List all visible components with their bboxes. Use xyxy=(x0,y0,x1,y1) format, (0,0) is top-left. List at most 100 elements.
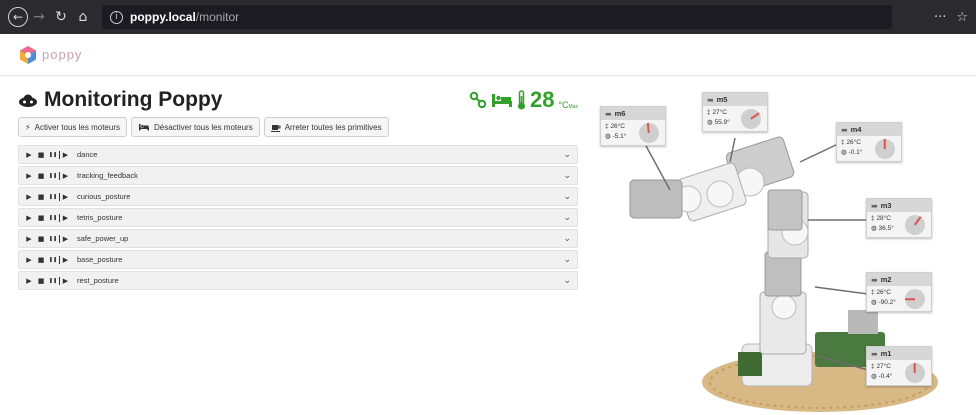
logo-text[interactable]: poppy xyxy=(42,47,82,62)
primitive-name: dance xyxy=(77,150,98,159)
bookmark-star-icon[interactable]: ☆ xyxy=(956,10,968,25)
thermometer-icon xyxy=(517,90,525,110)
motor-card-m2[interactable]: ▬ m2 ‡ 26°C ◍ -90.2° xyxy=(866,272,932,312)
step-icon[interactable]: ▶ xyxy=(59,255,71,264)
primitive-name: base_posture xyxy=(77,255,123,264)
angle-gauge xyxy=(875,138,895,159)
pause-icon[interactable]: ❚❚ xyxy=(47,278,59,284)
thermometer-icon: ‡ xyxy=(871,363,875,370)
activate-all-motors-button[interactable]: ⚡ Activer tous les moteurs xyxy=(18,117,127,137)
pause-icon[interactable]: ❚❚ xyxy=(47,236,59,242)
gauge-needle xyxy=(914,216,922,226)
power-icon: ⚡ xyxy=(25,122,31,132)
chevron-down-icon[interactable]: ⌄ xyxy=(563,255,571,265)
stop-icon[interactable]: ■ xyxy=(35,235,47,243)
primitives-list: ▶ ■ ❚❚ ▶ dance ⌄ ▶ ■ ❚❚ ▶ tracking_feedb… xyxy=(18,145,578,292)
gauge-icon: ◍ xyxy=(841,149,847,156)
reload-button[interactable]: ↻ xyxy=(50,9,72,25)
info-icon[interactable]: i xyxy=(110,10,123,24)
motor-card-m5[interactable]: ▬ m5 ‡ 27°C ◍ 55.9° xyxy=(702,92,768,132)
angle-gauge xyxy=(905,362,925,383)
home-button[interactable]: ⌂ xyxy=(72,9,94,25)
play-icon[interactable]: ▶ xyxy=(23,172,35,180)
address-bar[interactable]: i poppy.local/monitor xyxy=(102,5,892,29)
stop-icon[interactable]: ■ xyxy=(35,151,47,159)
play-icon[interactable]: ▶ xyxy=(23,214,35,222)
chevron-down-icon[interactable]: ⌄ xyxy=(563,213,571,223)
angle-gauge xyxy=(639,122,659,143)
step-icon[interactable]: ▶ xyxy=(59,150,71,159)
stop-icon[interactable]: ■ xyxy=(35,256,47,264)
status-indicators: 28 °CMax xyxy=(469,87,578,113)
stop-icon[interactable]: ■ xyxy=(35,214,47,222)
chevron-down-icon[interactable]: ⌄ xyxy=(563,150,571,160)
primitive-name: safe_power_up xyxy=(77,234,129,243)
chevron-down-icon[interactable]: ⌄ xyxy=(563,192,571,202)
pause-icon[interactable]: ❚❚ xyxy=(47,257,59,263)
gauge-icon: ◍ xyxy=(871,373,877,380)
play-icon[interactable]: ▶ xyxy=(23,256,35,264)
temperature-sub: Max xyxy=(568,104,578,110)
primitive-row-safe-power-up[interactable]: ▶ ■ ❚❚ ▶ safe_power_up ⌄ xyxy=(18,229,578,248)
primitive-name: rest_posture xyxy=(77,276,119,285)
primitive-row-rest-posture[interactable]: ▶ ■ ❚❚ ▶ rest_posture ⌄ xyxy=(18,271,578,290)
bed-icon: ▬ xyxy=(605,109,612,118)
gauge-icon: ◍ xyxy=(871,299,877,306)
back-button[interactable]: ← xyxy=(8,7,28,27)
stop-icon[interactable]: ■ xyxy=(35,172,47,180)
motor-card-m4[interactable]: ▬ m4 ‡ 26°C ◍ -0.1° xyxy=(836,122,902,162)
pause-icon[interactable]: ❚❚ xyxy=(47,215,59,221)
global-actions: ⚡ Activer tous les moteurs Désactiver to… xyxy=(18,117,389,137)
coffee-icon xyxy=(270,124,281,132)
gauge-needle xyxy=(904,298,916,300)
primitive-row-tracking-feedback[interactable]: ▶ ■ ❚❚ ▶ tracking_feedback ⌄ xyxy=(18,166,578,185)
poppy-head-icon xyxy=(19,94,37,107)
play-icon[interactable]: ▶ xyxy=(23,193,35,201)
page-title: Monitoring Poppy xyxy=(44,88,223,111)
bed-icon: ▬ xyxy=(871,201,878,210)
thermometer-icon: ‡ xyxy=(605,123,609,130)
motor-name: m4 xyxy=(850,125,862,134)
thermometer-icon: ‡ xyxy=(871,215,875,222)
gauge-needle xyxy=(914,362,916,374)
activate-all-motors-label: Activer tous les moteurs xyxy=(34,122,120,132)
step-icon[interactable]: ▶ xyxy=(59,192,71,201)
poppy-logo-icon[interactable] xyxy=(18,45,38,65)
step-icon[interactable]: ▶ xyxy=(59,213,71,222)
chevron-down-icon[interactable]: ⌄ xyxy=(563,171,571,181)
stop-icon[interactable]: ■ xyxy=(35,193,47,201)
stop-all-primitives-button[interactable]: Arreter toutes les primitives xyxy=(263,117,389,137)
stop-icon[interactable]: ■ xyxy=(35,277,47,285)
deactivate-all-motors-button[interactable]: Désactiver tous les moteurs xyxy=(131,117,260,137)
page-actions-menu-icon[interactable]: ··· xyxy=(934,10,946,25)
pause-icon[interactable]: ❚❚ xyxy=(47,173,59,179)
motor-card-m1[interactable]: ▬ m1 ‡ 27°C ◍ -0.4° xyxy=(866,346,932,386)
pause-icon[interactable]: ❚❚ xyxy=(47,152,59,158)
motor-card-m3[interactable]: ▬ m3 ‡ 28°C ◍ 36.5° xyxy=(866,198,932,238)
primitive-row-tetris-posture[interactable]: ▶ ■ ❚❚ ▶ tetris_posture ⌄ xyxy=(18,208,578,227)
motor-card-m6[interactable]: ▬ m6 ‡ 26°C ◍ -5.1° xyxy=(600,106,666,146)
play-icon[interactable]: ▶ xyxy=(23,277,35,285)
temperature-unit: °CMax xyxy=(558,100,578,110)
bed-icon xyxy=(491,94,512,107)
chevron-down-icon[interactable]: ⌄ xyxy=(563,234,571,244)
step-icon[interactable]: ▶ xyxy=(59,171,71,180)
robot-3d-view[interactable]: ▬ m6 ‡ 26°C ◍ -5.1° ▬ m5 ‡ 27°C ◍ 55.9° ▬ m… xyxy=(590,82,976,415)
pause-icon[interactable]: ❚❚ xyxy=(47,194,59,200)
bed-icon: ▬ xyxy=(707,95,714,104)
url-path: /monitor xyxy=(195,10,240,24)
thermometer-icon: ‡ xyxy=(871,289,875,296)
play-icon[interactable]: ▶ xyxy=(23,151,35,159)
gauge-icon: ◍ xyxy=(605,133,611,140)
forward-button[interactable]: → xyxy=(28,9,50,25)
primitive-row-base-posture[interactable]: ▶ ■ ❚❚ ▶ base_posture ⌄ xyxy=(18,250,578,269)
gauge-needle xyxy=(750,112,760,120)
play-icon[interactable]: ▶ xyxy=(23,235,35,243)
primitive-row-curious-posture[interactable]: ▶ ■ ❚❚ ▶ curious_posture ⌄ xyxy=(18,187,578,206)
chevron-down-icon[interactable]: ⌄ xyxy=(563,276,571,286)
step-icon[interactable]: ▶ xyxy=(59,276,71,285)
step-icon[interactable]: ▶ xyxy=(59,234,71,243)
bed-icon xyxy=(139,124,149,131)
primitive-name: curious_posture xyxy=(77,192,131,201)
primitive-row-dance[interactable]: ▶ ■ ❚❚ ▶ dance ⌄ xyxy=(18,145,578,164)
